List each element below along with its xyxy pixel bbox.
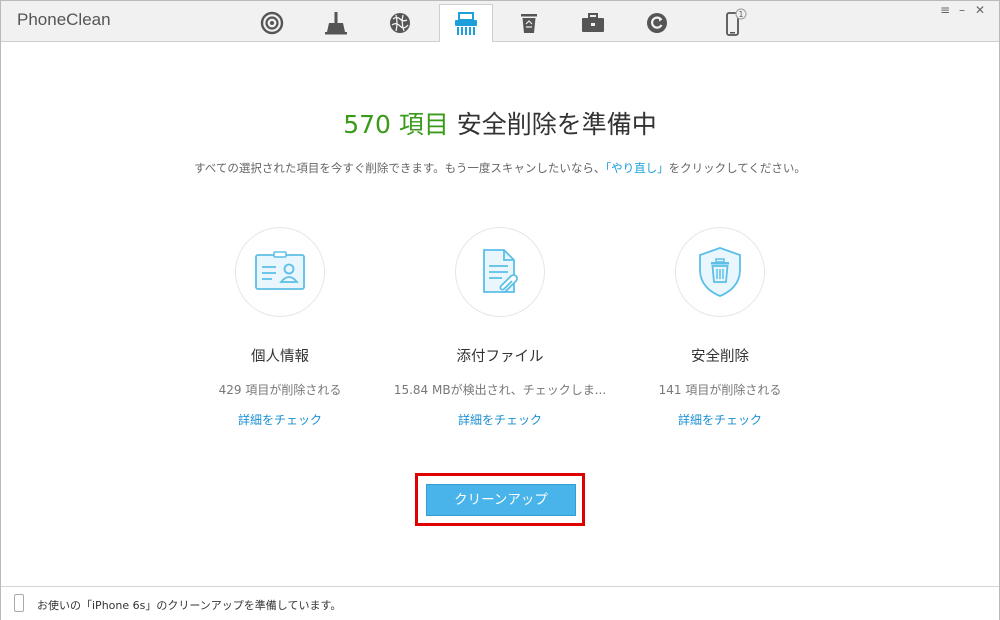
tab-junk-clean[interactable] xyxy=(310,4,362,41)
view-details-link-attachments[interactable]: 詳細をチェック xyxy=(390,411,610,428)
tab-privacy[interactable] xyxy=(246,4,298,41)
app-title: PhoneClean xyxy=(17,10,111,29)
app-window: PhoneClean 1 ≡ – ✕ 570 項目 安全削除を準備中 すべての選… xyxy=(0,0,1000,620)
headline-text: 安全削除を準備中 xyxy=(448,110,657,139)
tab-toolbox[interactable] xyxy=(567,4,619,41)
category-description: 141 項目が削除される xyxy=(658,383,782,397)
attachment-file-icon xyxy=(483,249,518,293)
view-details-link-secure-delete[interactable]: 詳細をチェック xyxy=(610,411,830,428)
category-icon-circle xyxy=(455,227,545,317)
page-title: 570 項目 安全削除を準備中 xyxy=(1,105,999,141)
category-icon-circle xyxy=(675,227,765,317)
view-details-link-personal-info[interactable]: 詳細をチェック xyxy=(170,411,390,428)
contact-card-icon xyxy=(255,251,305,290)
tab-secure-delete[interactable] xyxy=(439,4,493,43)
retry-link[interactable]: 「やり直し」 xyxy=(605,161,668,175)
category-description: 429 項目が削除される xyxy=(218,383,342,397)
category-title: 個人情報 xyxy=(251,349,309,365)
cleanup-button[interactable]: クリーンアップ xyxy=(426,484,576,516)
shredder-icon xyxy=(455,11,477,35)
phone-status-icon xyxy=(14,594,24,612)
close-button[interactable]: ✕ xyxy=(972,3,988,17)
status-message: お使いの「iPhone 6s」のクリーンアップを準備しています。 xyxy=(37,599,342,612)
category-icon-circle xyxy=(235,227,325,317)
history-icon xyxy=(647,12,667,33)
privacy-icon xyxy=(260,11,284,34)
instruction-text-before: すべての選択された項目を今すぐ削除できます。もう一度スキャンしたいなら、 xyxy=(194,161,606,175)
tab-recycle[interactable] xyxy=(503,4,555,41)
broom-icon xyxy=(325,11,347,34)
toolbox-icon xyxy=(582,12,604,32)
item-count: 570 項目 xyxy=(343,110,449,139)
category-card-secure-delete: 安全削除 141 項目が削除される 詳細をチェック xyxy=(610,227,830,428)
tab-history[interactable] xyxy=(631,4,683,41)
device-badge: 1 xyxy=(739,9,744,18)
instruction-text: すべての選択された項目を今すぐ削除できます。もう一度スキャンしたいなら、「やり直… xyxy=(1,160,999,176)
minimize-button[interactable]: – xyxy=(954,3,970,17)
menu-button[interactable]: ≡ xyxy=(937,3,953,17)
category-title: 安全削除 xyxy=(691,349,749,365)
tab-internet[interactable] xyxy=(374,4,426,41)
title-bar: PhoneClean 1 ≡ – ✕ xyxy=(1,1,999,43)
tab-device[interactable]: 1 xyxy=(708,4,760,41)
instruction-text-after: をクリックしてください。 xyxy=(668,161,806,175)
secure-delete-shield-icon xyxy=(699,247,741,297)
category-description: 15.84 MBが検出され、チェックしま... xyxy=(393,383,607,397)
category-title: 添付ファイル xyxy=(456,349,544,365)
main-content: 570 項目 安全削除を準備中 すべての選択された項目を今すぐ削除できます。もう… xyxy=(1,42,999,585)
internet-icon xyxy=(390,12,410,33)
trash-icon xyxy=(521,13,537,33)
status-bar: お使いの「iPhone 6s」のクリーンアップを準備しています。 xyxy=(1,586,999,620)
category-card-personal-info: 個人情報 429 項目が削除される 詳細をチェック xyxy=(170,227,390,428)
device-icon: 1 xyxy=(726,8,747,36)
category-card-attachments: 添付ファイル 15.84 MBが検出され、チェックしま... 詳細をチェック xyxy=(390,227,610,428)
